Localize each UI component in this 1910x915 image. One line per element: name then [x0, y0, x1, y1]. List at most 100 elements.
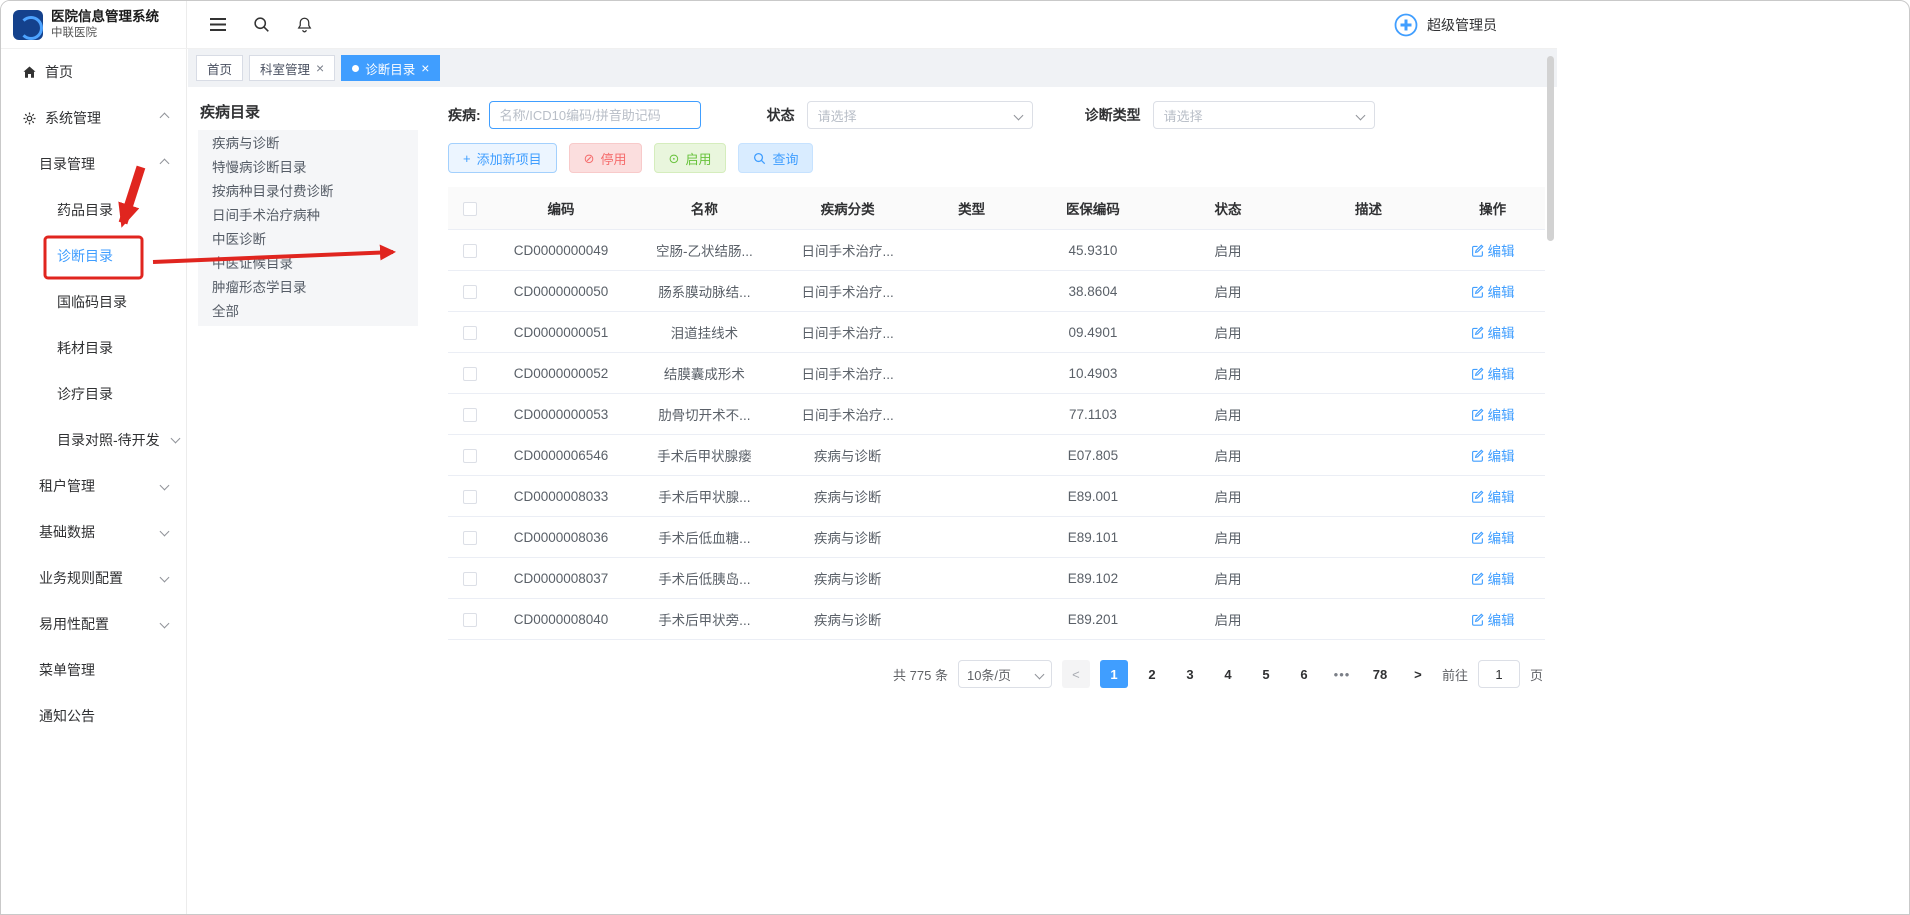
notifications-button[interactable]	[296, 16, 313, 34]
edit-button[interactable]: 编辑	[1471, 609, 1515, 629]
column-header-type: 类型	[917, 187, 1027, 230]
cell-insurance-code: E89.001	[1027, 476, 1159, 517]
edit-button[interactable]: 编辑	[1471, 486, 1515, 506]
home-icon	[21, 65, 37, 80]
edit-label: 编辑	[1488, 527, 1515, 547]
edit-button[interactable]: 编辑	[1471, 363, 1515, 383]
vertical-scrollbar-thumb[interactable]	[1547, 56, 1554, 241]
header-search-button[interactable]	[253, 16, 270, 33]
query-button[interactable]: 查询	[738, 143, 813, 173]
row-checkbox[interactable]	[463, 285, 477, 299]
catalog-item-disease-diagnosis[interactable]: 疾病与诊断	[198, 132, 418, 156]
column-header-name: 名称	[630, 187, 779, 230]
cell-category: 疾病与诊断	[779, 599, 917, 640]
collapse-sidebar-button[interactable]	[209, 17, 227, 32]
cell-category: 疾病与诊断	[779, 435, 917, 476]
disease-search-input[interactable]	[489, 101, 701, 129]
sidebar-item-basic-data[interactable]: 基础数据	[1, 509, 186, 555]
status-select[interactable]: 请选择	[807, 101, 1033, 129]
catalog-item-tumor-morphology[interactable]: 肿瘤形态学目录	[198, 276, 418, 300]
medical-cross-icon	[1393, 12, 1419, 38]
row-checkbox[interactable]	[463, 490, 477, 504]
catalog-item-day-surgery[interactable]: 日间手术治疗病种	[198, 204, 418, 228]
column-header-category: 疾病分类	[779, 187, 917, 230]
pagination-page-2[interactable]: 2	[1138, 660, 1166, 688]
goto-page-input[interactable]	[1478, 660, 1520, 688]
cell-name: 手术后甲状腺瘘	[630, 435, 779, 476]
sidebar-item-usability-config[interactable]: 易用性配置	[1, 601, 186, 647]
edit-button[interactable]: 编辑	[1471, 281, 1515, 301]
row-checkbox[interactable]	[463, 326, 477, 340]
row-checkbox[interactable]	[463, 613, 477, 627]
status-filter-label: 状态	[767, 105, 795, 125]
pagination-next-button[interactable]: >	[1404, 660, 1432, 688]
sidebar-item-label: 首页	[45, 62, 73, 82]
row-checkbox[interactable]	[463, 408, 477, 422]
sidebar-item-tenant-mgmt[interactable]: 租户管理	[1, 463, 186, 509]
sidebar-item-menu-mgmt[interactable]: 菜单管理	[1, 647, 186, 693]
sidebar-item-home[interactable]: 首页	[1, 49, 186, 95]
enable-button[interactable]: ⊙ 启用	[654, 143, 727, 173]
disable-button[interactable]: ⊘ 停用	[569, 143, 642, 173]
add-item-button[interactable]: + 添加新项目	[448, 143, 557, 173]
search-icon	[253, 16, 270, 33]
sidebar-item-national-code-catalog[interactable]: 国临码目录	[1, 279, 186, 325]
edit-button[interactable]: 编辑	[1471, 322, 1515, 342]
sidebar-item-label: 业务规则配置	[39, 568, 123, 588]
cell-insurance-code: E07.805	[1027, 435, 1159, 476]
cell-status: 启用	[1159, 558, 1297, 599]
row-checkbox[interactable]	[463, 244, 477, 258]
sidebar-item-treatment-catalog[interactable]: 诊疗目录	[1, 371, 186, 417]
row-checkbox[interactable]	[463, 531, 477, 545]
edit-button[interactable]: 编辑	[1471, 527, 1515, 547]
edit-button[interactable]: 编辑	[1471, 445, 1515, 465]
sidebar-item-catalog-mgmt[interactable]: 目录管理	[1, 141, 186, 187]
pagination-page-1[interactable]: 1	[1100, 660, 1128, 688]
pagination-page-78[interactable]: 78	[1366, 660, 1394, 688]
pagination-page-4[interactable]: 4	[1214, 660, 1242, 688]
sidebar-item-diagnosis-catalog[interactable]: 诊断目录	[1, 233, 186, 279]
tab-label: 诊断目录	[365, 59, 415, 78]
tab-home[interactable]: 首页	[196, 55, 243, 81]
chevron-down-icon	[160, 619, 170, 629]
edit-button[interactable]: 编辑	[1471, 568, 1515, 588]
pagination-page-3[interactable]: 3	[1176, 660, 1204, 688]
close-icon[interactable]: ×	[421, 61, 429, 75]
row-checkbox[interactable]	[463, 449, 477, 463]
sidebar-item-drug-catalog[interactable]: 药品目录	[1, 187, 186, 233]
pagination-page-6[interactable]: 6	[1290, 660, 1318, 688]
row-checkbox[interactable]	[463, 572, 477, 586]
tab-diagnosis-catalog[interactable]: 诊断目录 ×	[341, 55, 440, 81]
catalog-item-tcm-syndrome[interactable]: 中医证候目录	[198, 252, 418, 276]
pagination-prev-button[interactable]: <	[1062, 660, 1090, 688]
sidebar-item-consumable-catalog[interactable]: 耗材目录	[1, 325, 186, 371]
pagination-ellipsis[interactable]: •••	[1328, 660, 1356, 688]
diagnosis-type-select[interactable]: 请选择	[1153, 101, 1375, 129]
sidebar-item-notice[interactable]: 通知公告	[1, 693, 186, 739]
catalog-item-special-chronic[interactable]: 特慢病诊断目录	[198, 156, 418, 180]
pagination-page-5[interactable]: 5	[1252, 660, 1280, 688]
sidebar-item-system-mgmt[interactable]: 系统管理	[1, 95, 186, 141]
row-checkbox[interactable]	[463, 367, 477, 381]
sidebar-item-label: 目录对照-待开发	[57, 430, 160, 450]
edit-label: 编辑	[1488, 445, 1515, 465]
catalog-item-tcm-diagnosis[interactable]: 中医诊断	[198, 228, 418, 252]
catalog-item-all[interactable]: 全部	[198, 300, 418, 324]
sidebar-item-business-rules[interactable]: 业务规则配置	[1, 555, 186, 601]
table-row: CD0000000050 肠系膜动脉结... 日间手术治疗... 38.8604…	[448, 271, 1545, 312]
user-menu[interactable]: 超级管理员	[1393, 12, 1557, 38]
edit-label: 编辑	[1488, 322, 1515, 342]
close-icon[interactable]: ×	[316, 61, 324, 75]
user-name: 超级管理员	[1427, 15, 1497, 35]
tab-dept-mgmt[interactable]: 科室管理 ×	[249, 55, 335, 81]
circle-slash-icon: ⊘	[584, 152, 595, 165]
edit-button[interactable]: 编辑	[1471, 240, 1515, 260]
edit-label: 编辑	[1488, 281, 1515, 301]
edit-button[interactable]: 编辑	[1471, 404, 1515, 424]
sidebar-item-catalog-compare[interactable]: 目录对照-待开发	[1, 417, 186, 463]
catalog-item-payment-by-disease[interactable]: 按病种目录付费诊断	[198, 180, 418, 204]
select-all-checkbox[interactable]	[463, 202, 477, 216]
tab-label: 科室管理	[260, 59, 310, 78]
page-size-select[interactable]: 10条/页	[958, 660, 1052, 688]
cell-name: 空肠-乙状结肠...	[630, 230, 779, 271]
